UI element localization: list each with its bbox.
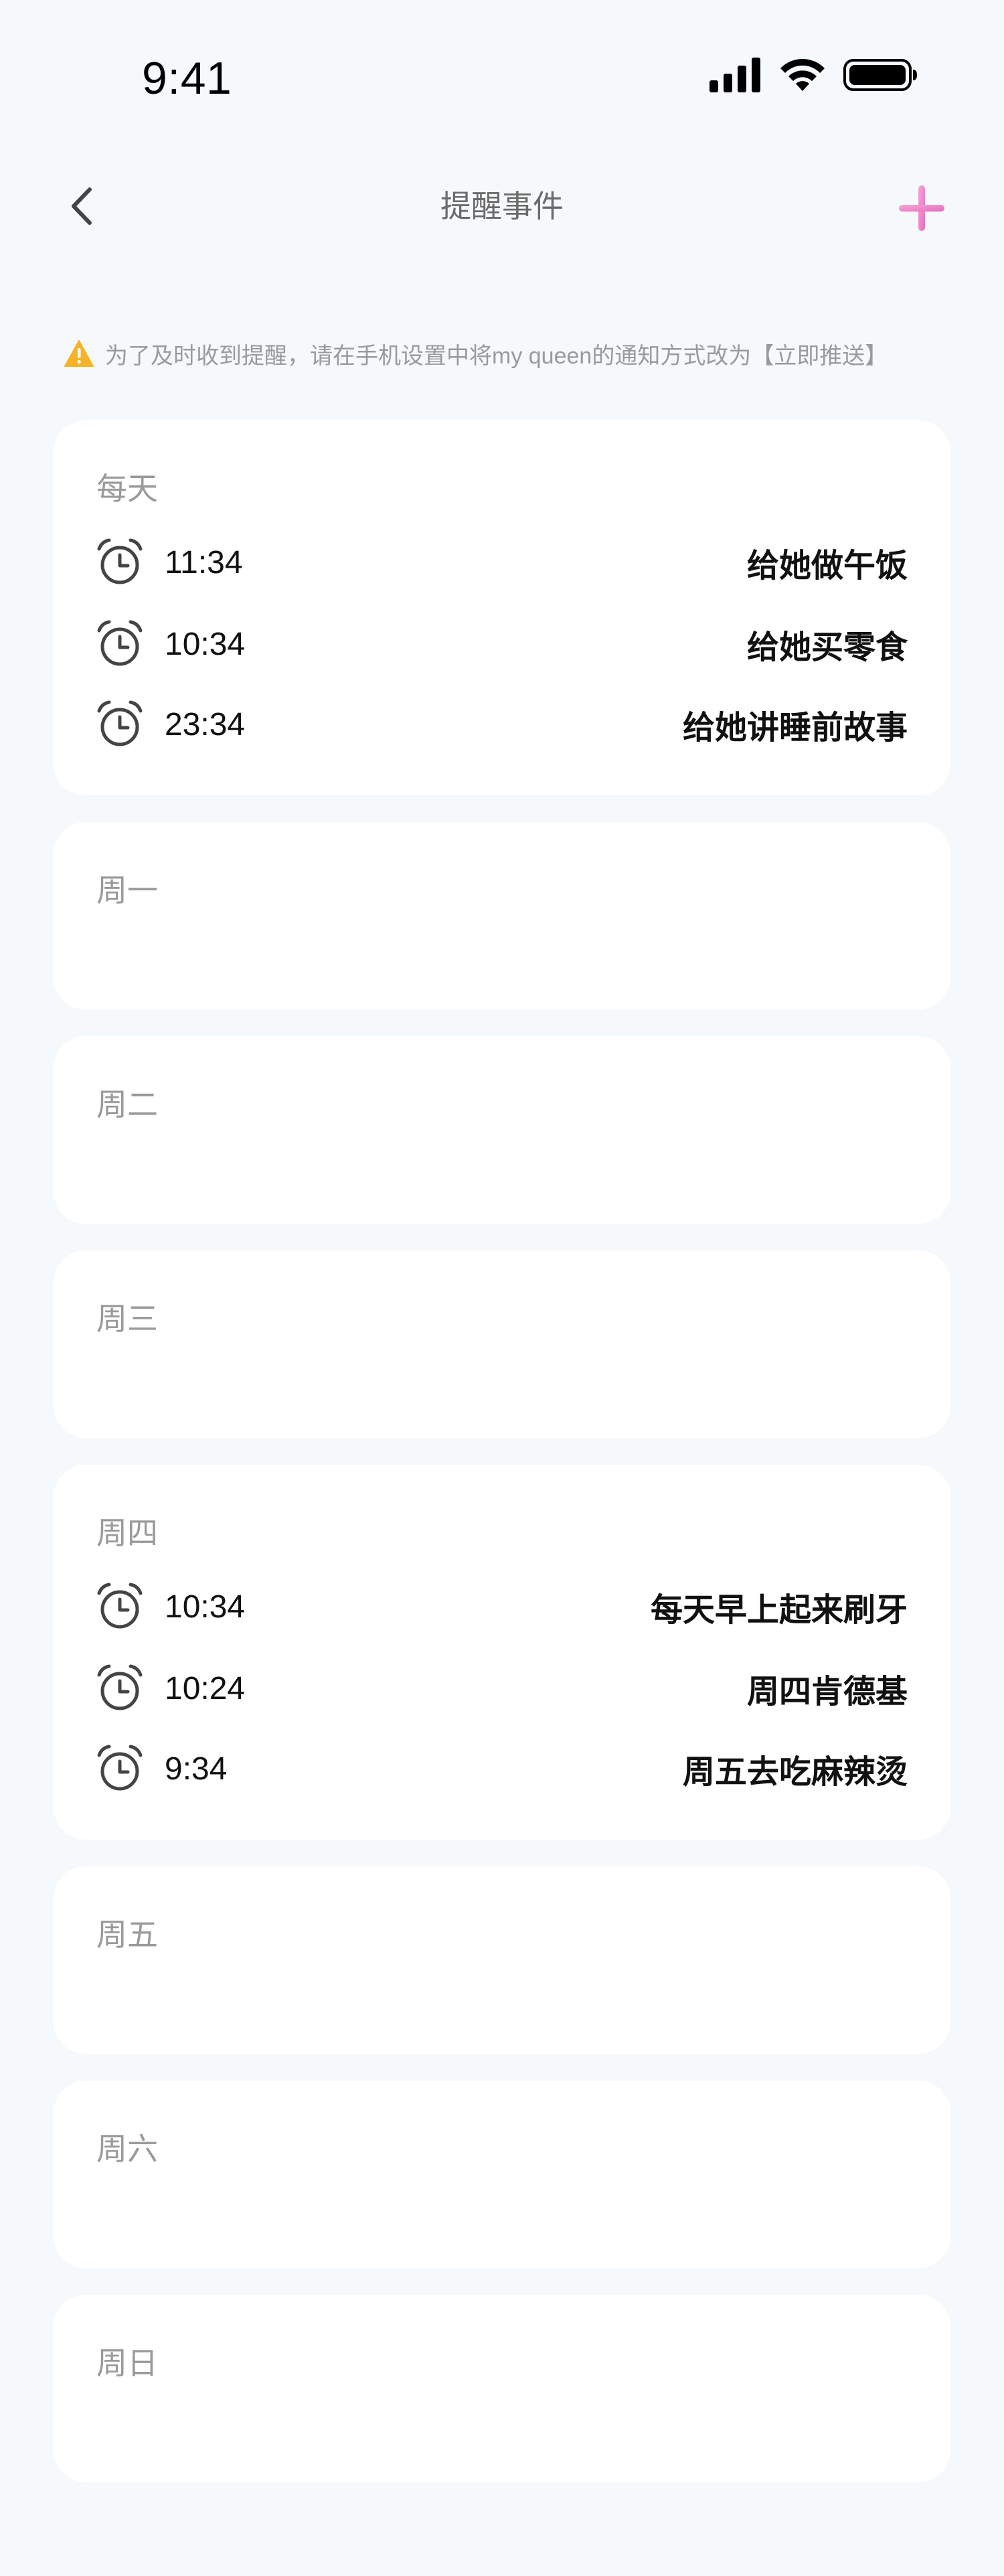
add-reminder-button[interactable]: [892, 178, 952, 238]
battery-icon: [843, 59, 917, 91]
reminder-label: 周五去吃麻辣烫: [682, 1755, 908, 1790]
section-title: 周四: [96, 1516, 158, 1550]
reminder-row[interactable]: 11:34 给她做午饭: [95, 536, 908, 589]
reminder-time: 10:34: [165, 1589, 246, 1625]
reminder-time: 10:24: [165, 1670, 246, 1706]
alarm-clock-icon: [95, 619, 145, 669]
cellular-signal-icon: [709, 58, 760, 92]
section-card-sunday: 周日: [54, 2295, 950, 2482]
alarm-clock-icon: [95, 1582, 145, 1631]
section-card-monday: 周一: [54, 822, 950, 1010]
section-title: 周五: [96, 1917, 158, 1952]
notification-notice: 为了及时收到提醒，请在手机设置中将my queen的通知方式改为【立即推送】: [64, 335, 888, 372]
reminder-time: 9:34: [165, 1751, 228, 1787]
reminder-label: 周四肯德基: [746, 1674, 908, 1710]
section-title: 周六: [96, 2131, 158, 2166]
section-card-wednesday: 周三: [54, 1251, 950, 1438]
nav-bar: 提醒事件: [0, 154, 1004, 254]
section-card-everyday: 每天 11:34 给她做午饭 10:34 给她买零食 23:34 给她讲睡前故事: [54, 420, 950, 795]
alarm-clock-icon: [95, 1664, 145, 1713]
status-bar: 9:41: [0, 0, 1004, 154]
reminder-time: 11:34: [165, 544, 243, 580]
section-title: 周二: [96, 1087, 158, 1122]
section-title: 周日: [96, 2346, 158, 2381]
reminder-label: 给她买零食: [746, 630, 908, 665]
warning-icon: [64, 340, 94, 367]
alarm-clock-icon: [95, 700, 145, 749]
section-card-friday: 周五: [54, 1866, 950, 2054]
wifi-icon: [780, 59, 825, 91]
reminder-time: 10:34: [165, 626, 246, 662]
reminder-row[interactable]: 10:34 给她买零食: [95, 617, 908, 671]
reminder-row[interactable]: 10:24 周四肯德基: [95, 1662, 908, 1715]
reminder-row[interactable]: 10:34 每天早上起来刷牙: [95, 1580, 908, 1633]
reminder-label: 给她做午饭: [746, 548, 908, 584]
reminder-row[interactable]: 9:34 周五去吃麻辣烫: [95, 1742, 908, 1795]
reminder-time: 23:34: [165, 706, 246, 742]
section-card-thursday: 周四 10:34 每天早上起来刷牙 10:24 周四肯德基 9:34 周五去吃麻…: [54, 1465, 950, 1840]
section-card-tuesday: 周二: [54, 1036, 950, 1224]
reminder-row[interactable]: 23:34 给她讲睡前故事: [95, 698, 908, 751]
section-title: 每天: [96, 471, 158, 506]
status-icons: [709, 58, 918, 92]
reminder-label: 给她讲睡前故事: [682, 710, 908, 746]
section-title: 周三: [96, 1301, 158, 1336]
section-card-saturday: 周六: [54, 2081, 950, 2268]
plus-icon: [899, 185, 944, 231]
alarm-clock-icon: [95, 538, 145, 587]
section-title: 周一: [96, 873, 158, 908]
notice-text: 为了及时收到提醒，请在手机设置中将my queen的通知方式改为【立即推送】: [105, 343, 888, 369]
page-title: 提醒事件: [440, 189, 564, 224]
status-time: 9:41: [142, 53, 232, 104]
alarm-clock-icon: [95, 1744, 145, 1793]
reminder-label: 每天早上起来刷牙: [650, 1593, 908, 1628]
